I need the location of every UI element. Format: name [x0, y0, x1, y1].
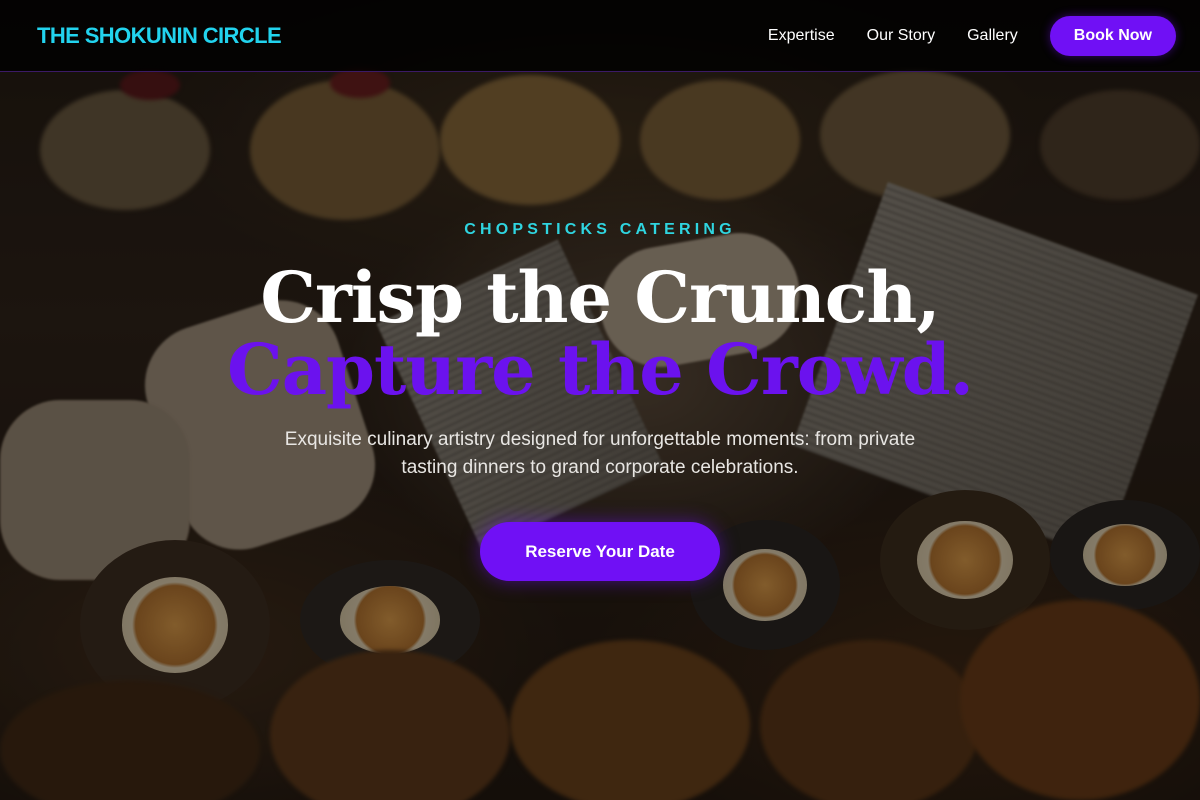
top-navbar: THE SHOKUNIN CIRCLE Expertise Our Story … [0, 0, 1200, 72]
hero-eyebrow: CHOPSTICKS CATERING [464, 221, 736, 238]
nav-link-expertise[interactable]: Expertise [768, 27, 835, 45]
nav-link-our-story[interactable]: Our Story [867, 27, 935, 45]
hero-headline-line2: Capture the Crowd. [226, 328, 974, 411]
nav-links: Expertise Our Story Gallery Book Now [768, 15, 1176, 56]
hero-headline-line1: Crisp the Crunch, [260, 256, 940, 339]
hero-section: CHOPSTICKS CATERING Crisp the Crunch, Ca… [0, 0, 1200, 800]
nav-link-gallery[interactable]: Gallery [967, 27, 1018, 45]
hero-subtitle: Exquisite culinary artistry designed for… [284, 429, 916, 478]
brand-logo[interactable]: THE SHOKUNIN CIRCLE [37, 23, 282, 49]
book-now-button[interactable]: Book Now [1049, 15, 1176, 56]
reserve-date-button[interactable]: Reserve Your Date [480, 522, 720, 581]
